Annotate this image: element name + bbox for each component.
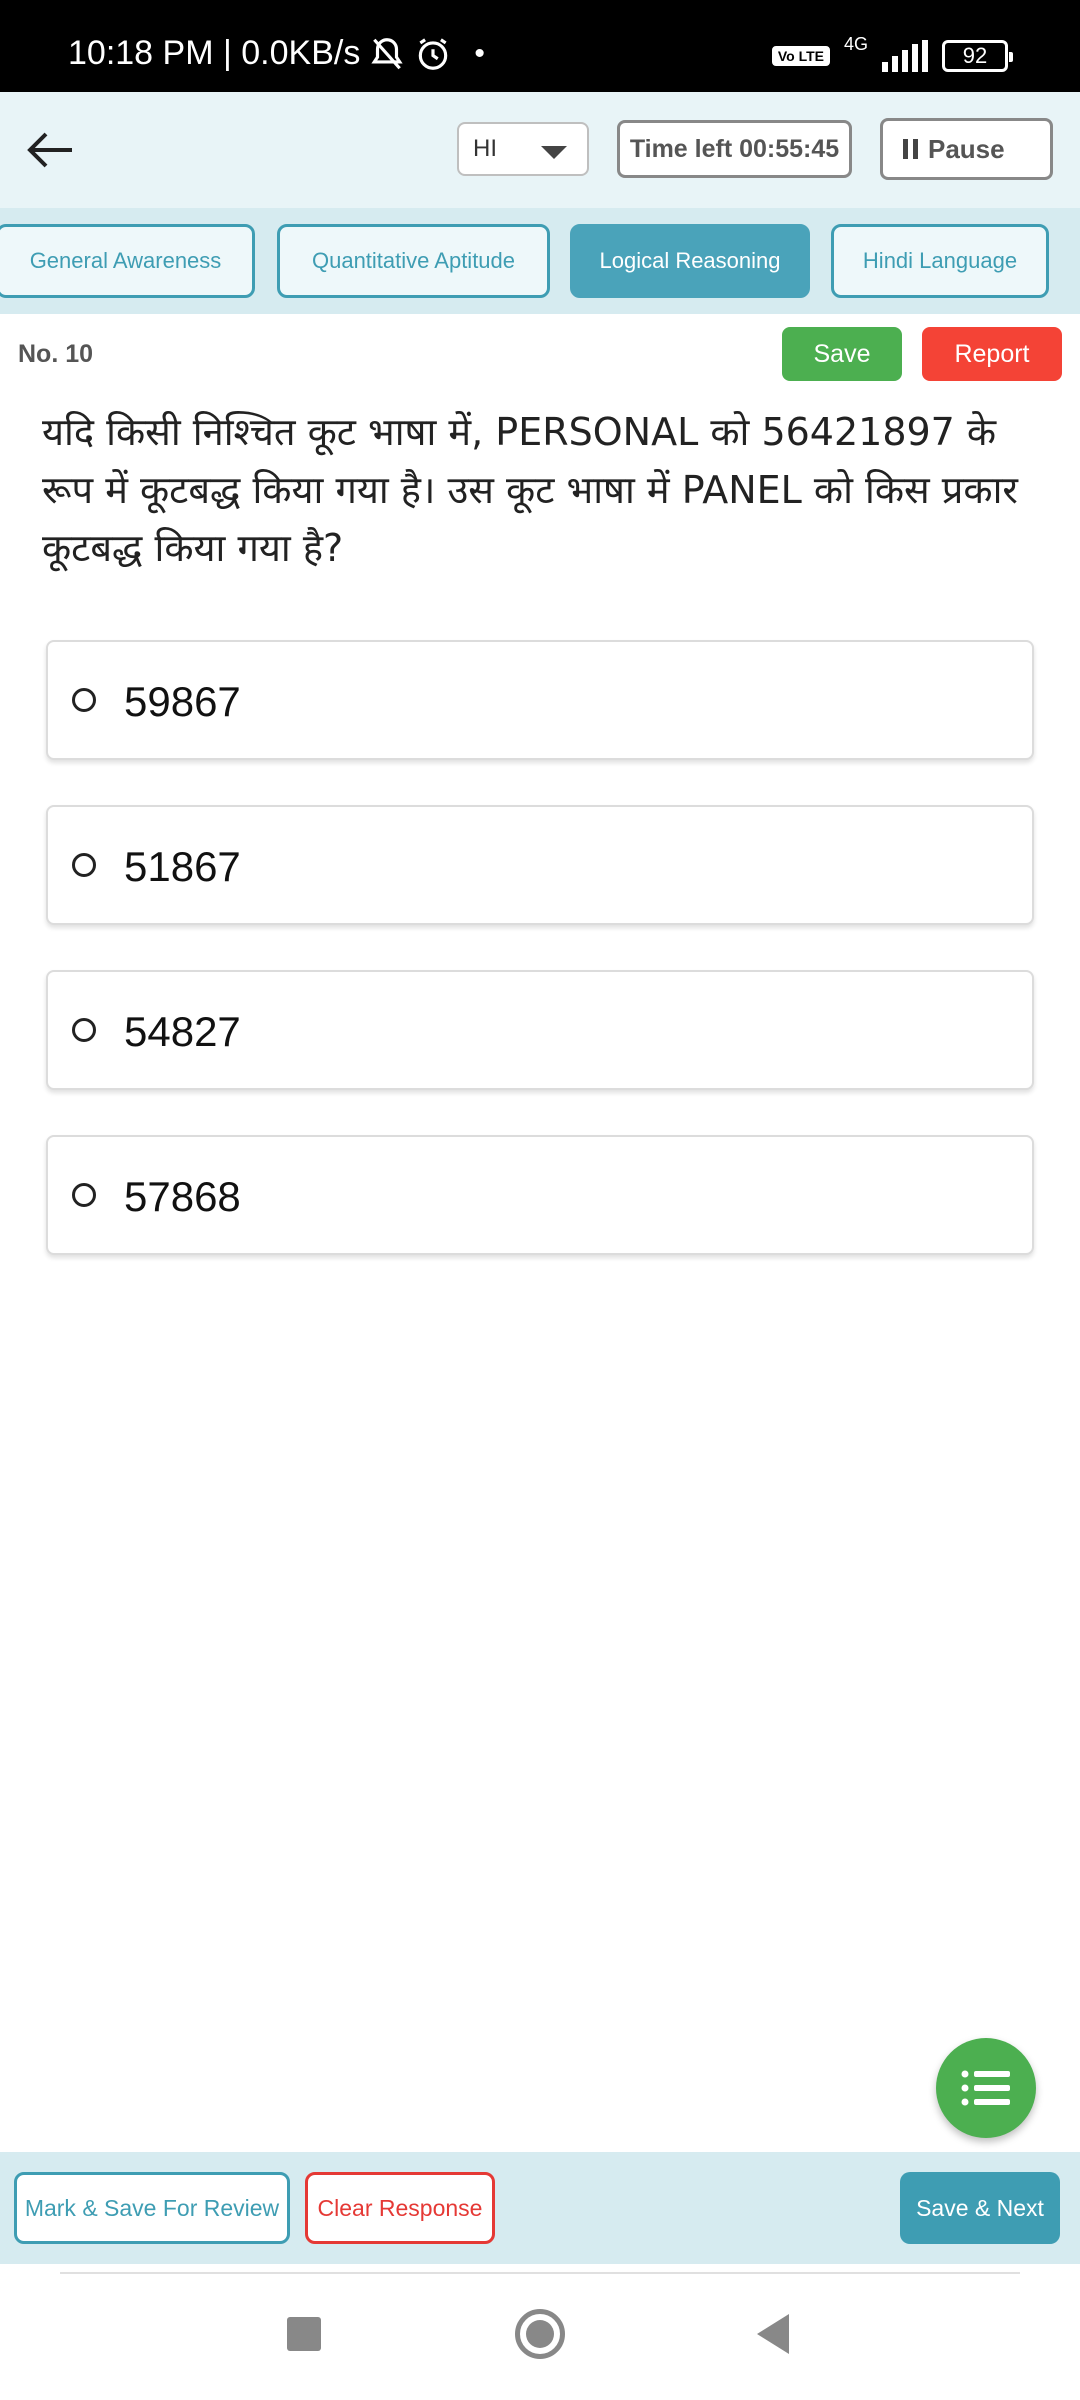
report-button[interactable]: Report	[922, 327, 1062, 381]
language-value: HI	[473, 135, 497, 162]
option-1[interactable]: 59867	[46, 640, 1034, 760]
tab-hindi-language[interactable]: Hindi Language	[831, 224, 1049, 298]
option-text: 57868	[124, 1173, 241, 1220]
battery-level: 92	[962, 43, 988, 68]
status-left: 10:18 PM | 0.0KB/s •	[68, 34, 485, 73]
section-tabs: General Awareness Quantitative Aptitude …	[0, 208, 1080, 314]
language-select[interactable]: HI	[457, 122, 589, 176]
pause-label: Pause	[928, 134, 1005, 164]
battery-icon: 92	[942, 40, 1013, 72]
back-arrow-icon[interactable]	[24, 122, 80, 178]
signal-icon	[882, 40, 928, 72]
question-list-button[interactable]	[936, 2038, 1036, 2138]
option-2[interactable]: 51867	[46, 805, 1034, 925]
status-right: Vo LTE 4G 92	[771, 34, 1013, 72]
question-number: No. 10	[18, 340, 94, 368]
option-4[interactable]: 57868	[46, 1135, 1034, 1255]
radio-icon	[72, 1183, 96, 1207]
question-text: यदि किसी निश्चित कूट भाषा में, PERSONAL …	[42, 410, 1018, 570]
network-type: 4G	[843, 34, 868, 54]
pause-icon	[903, 139, 918, 159]
recents-icon[interactable]	[287, 2317, 321, 2351]
radio-icon	[72, 853, 96, 877]
bell-muted-icon	[371, 37, 403, 69]
dot-icon: •	[474, 36, 485, 70]
tab-quantitative-aptitude[interactable]: Quantitative Aptitude	[277, 224, 550, 298]
timer-display: Time left 00:55:45	[617, 120, 852, 178]
mark-save-review-button[interactable]: Mark & Save For Review	[14, 2172, 290, 2244]
bottom-action-bar: Mark & Save For Review Clear Response Sa…	[0, 2152, 1080, 2264]
option-3[interactable]: 54827	[46, 970, 1034, 1090]
system-nav-bar	[0, 2264, 1080, 2400]
tab-general-awareness[interactable]: General Awareness	[0, 224, 255, 298]
divider	[60, 2272, 1020, 2274]
list-icon	[961, 2070, 1010, 2106]
header: HI Time left 00:55:45 Pause	[0, 92, 1080, 208]
alarm-icon	[419, 37, 448, 70]
tab-logical-reasoning[interactable]: Logical Reasoning	[570, 224, 810, 298]
option-text: 51867	[124, 843, 241, 890]
home-icon[interactable]	[515, 2309, 565, 2359]
pause-button[interactable]: Pause	[880, 118, 1053, 180]
status-time: 10:18 PM | 0.0KB/s	[68, 34, 361, 72]
chevron-down-icon	[541, 146, 567, 159]
clear-response-button[interactable]: Clear Response	[305, 2172, 495, 2244]
back-triangle-icon[interactable]	[757, 2314, 789, 2354]
save-next-button[interactable]: Save & Next	[900, 2172, 1060, 2244]
option-text: 54827	[124, 1008, 241, 1055]
status-bar: 10:18 PM | 0.0KB/s • Vo LTE 4G 92	[0, 0, 1080, 92]
radio-icon	[72, 1018, 96, 1042]
save-button[interactable]: Save	[782, 327, 902, 381]
volte-icon: Vo LTE	[771, 46, 830, 66]
radio-icon	[72, 688, 96, 712]
option-text: 59867	[124, 678, 241, 725]
